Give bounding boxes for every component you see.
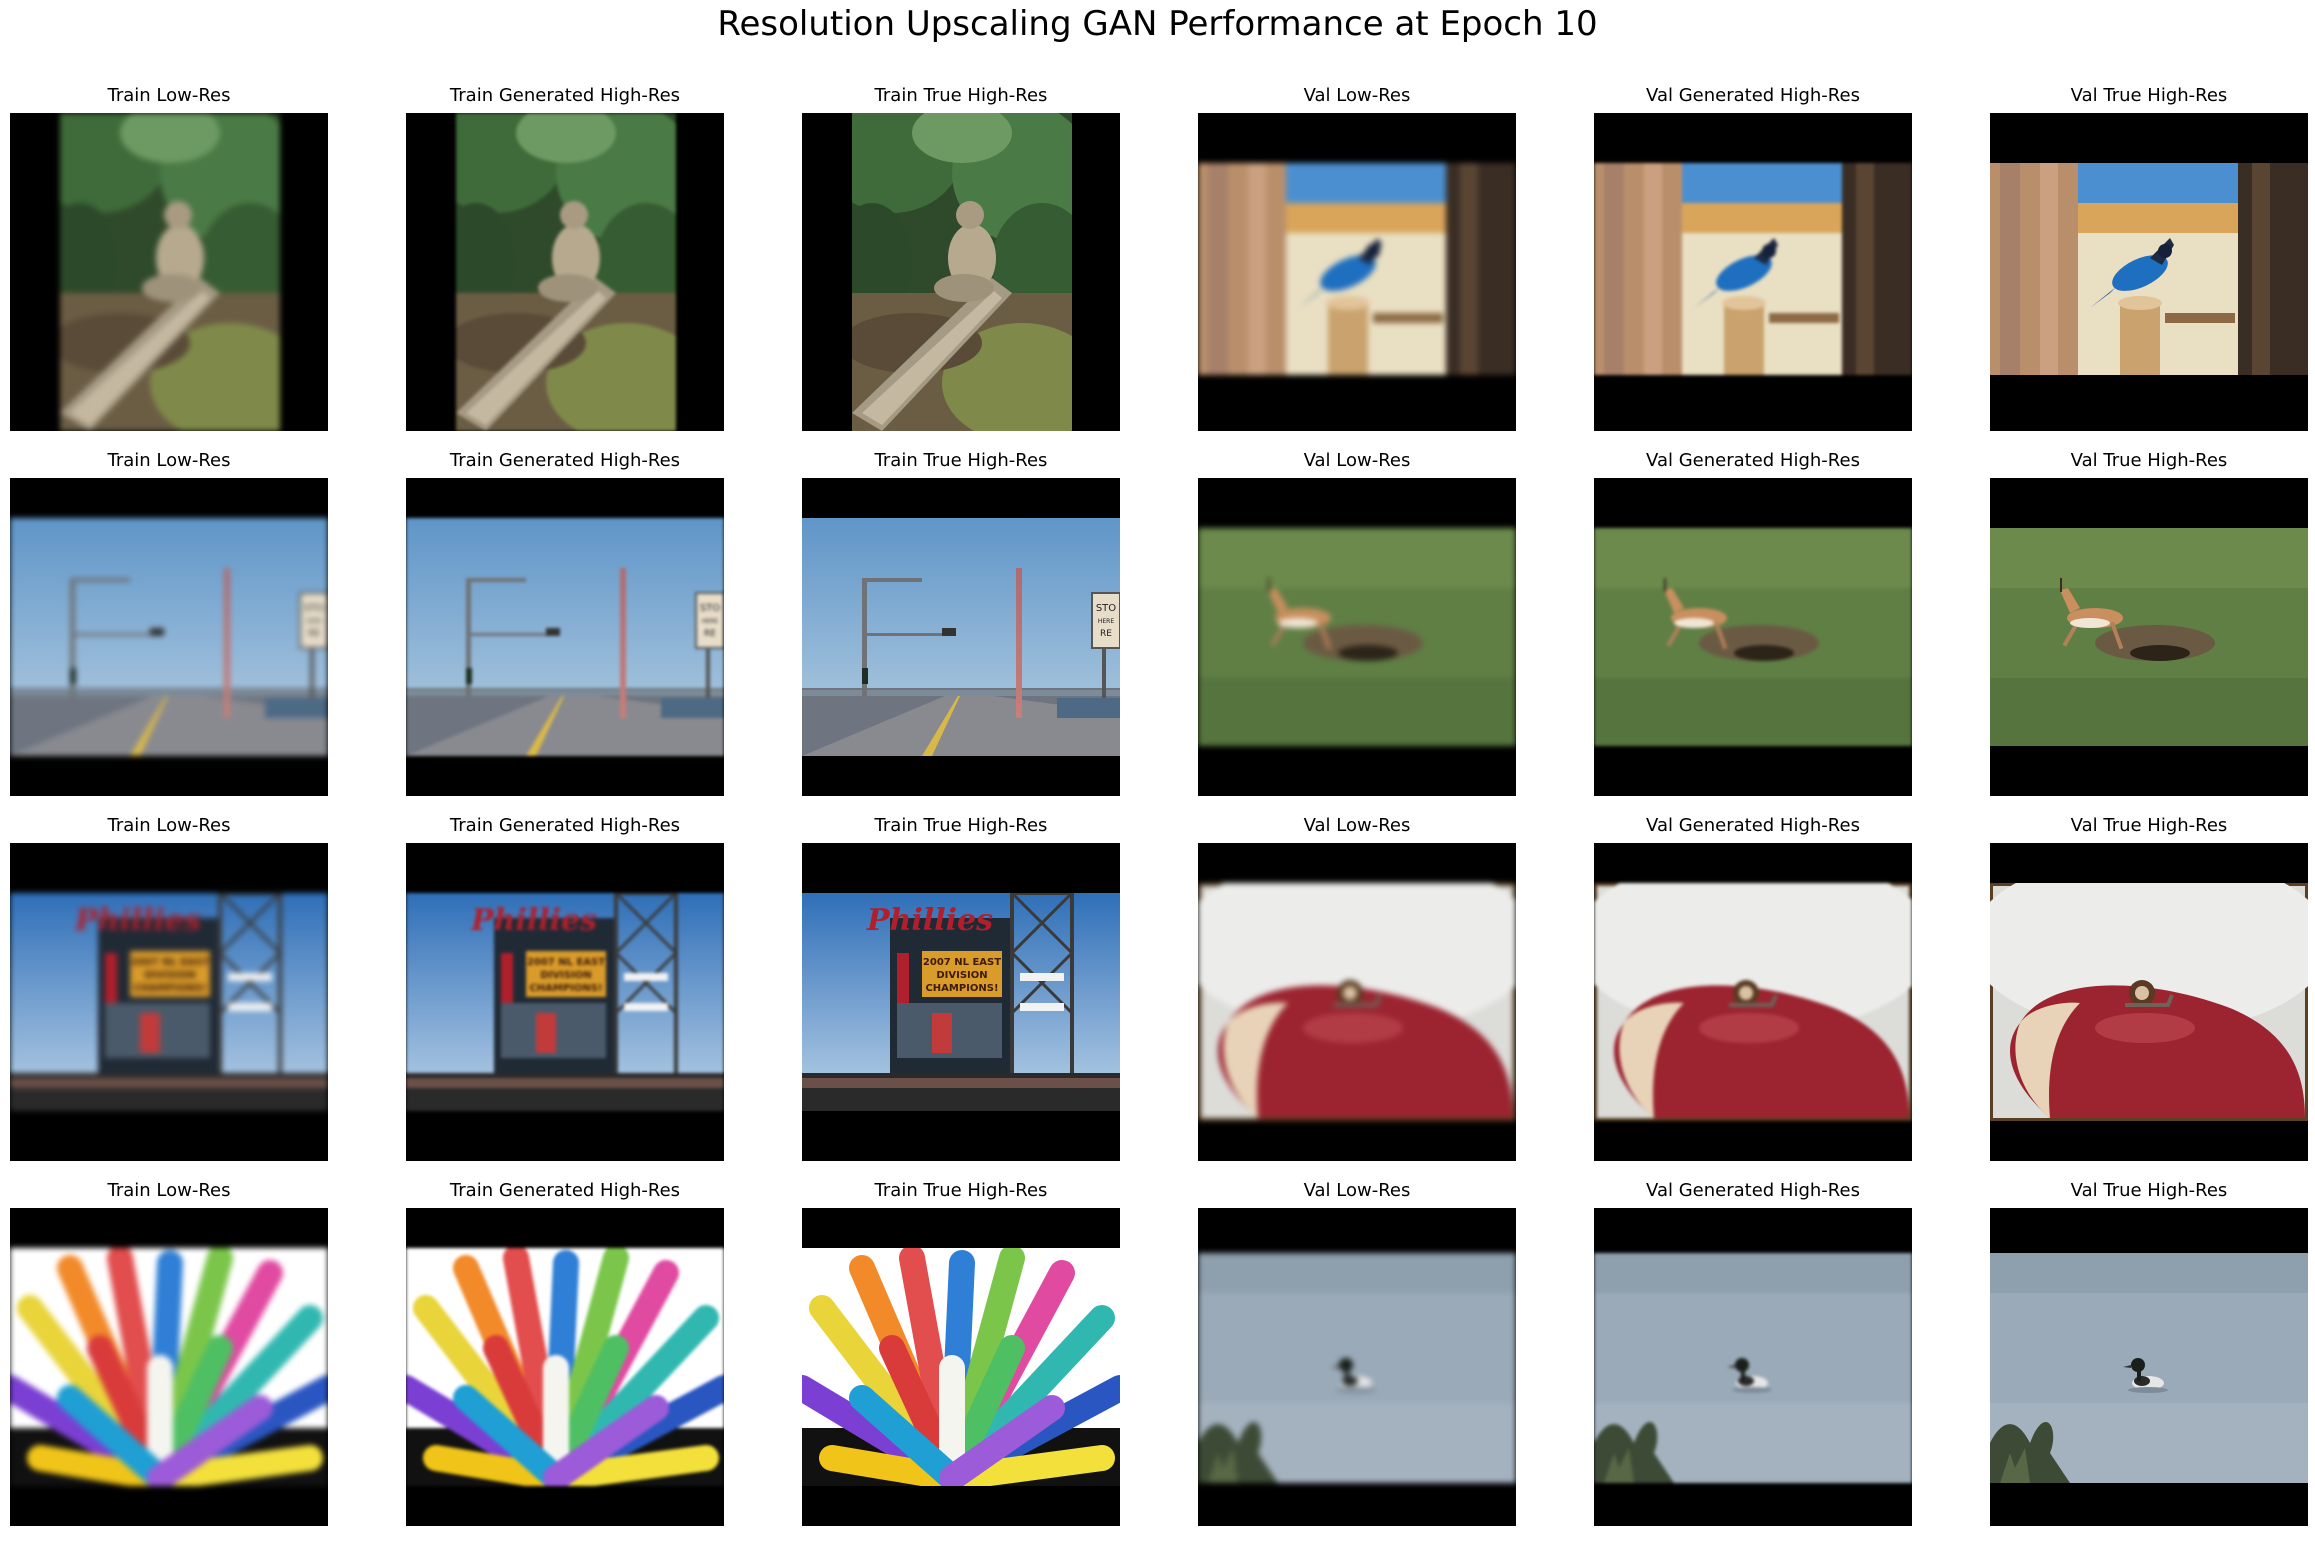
- image-frame: [1198, 478, 1516, 796]
- image-frame: Phillies 2007 NL EAST DIVISION CHAMPIONS…: [10, 843, 328, 1161]
- panel-title: Val True High-Res: [2070, 85, 2228, 106]
- image-frame: [1990, 478, 2308, 796]
- svg-text:DIVISION: DIVISION: [936, 970, 987, 981]
- image-frame: [1198, 1208, 1516, 1526]
- panel-title: Train Low-Res: [107, 1180, 231, 1201]
- panel-title: Val True High-Res: [2070, 815, 2228, 836]
- svg-text:DIVISION: DIVISION: [144, 970, 195, 981]
- panel-title: Train Generated High-Res: [449, 85, 681, 106]
- image-frame: Phillies 2007 NL EAST DIVISION CHAMPIONS…: [802, 843, 1120, 1161]
- panel-title: Val Low-Res: [1303, 1180, 1411, 1201]
- panel-title: Train Generated High-Res: [449, 1180, 681, 1201]
- panel-title: Val Low-Res: [1303, 450, 1411, 471]
- panel-title: Val True High-Res: [2070, 450, 2228, 471]
- svg-text:2007 NL EAST: 2007 NL EAST: [527, 957, 605, 968]
- image-frame: STO HERE RE: [10, 478, 328, 796]
- panel-title: Train Low-Res: [107, 815, 231, 836]
- image-frame: [406, 113, 724, 431]
- svg-text:HERE: HERE: [306, 618, 322, 625]
- svg-text:RE: RE: [308, 629, 320, 639]
- image-frame: [1594, 843, 1912, 1161]
- duck-image: [1990, 1253, 2308, 1483]
- image-frame: STO HERE RE: [406, 478, 724, 796]
- panel-title: Val Low-Res: [1303, 85, 1411, 106]
- svg-text:HERE: HERE: [702, 618, 718, 625]
- svg-text:Phillies: Phillies: [470, 903, 597, 938]
- snail-image: [1198, 883, 1516, 1121]
- duck-image: [1594, 1253, 1912, 1483]
- image-frame: [1990, 113, 2308, 431]
- figure-title: Resolution Upscaling GAN Performance at …: [717, 4, 1598, 44]
- svg-text:2007 NL EAST: 2007 NL EAST: [131, 957, 209, 968]
- image-frame: [406, 1208, 724, 1526]
- image-frame: [1990, 1208, 2308, 1526]
- panel-title: Val True High-Res: [2070, 1180, 2228, 1201]
- svg-text:2007 NL EAST: 2007 NL EAST: [923, 957, 1001, 968]
- svg-text:CHAMPIONS!: CHAMPIONS!: [133, 983, 206, 994]
- markers-image: [802, 1248, 1120, 1486]
- panel-title: Train Low-Res: [107, 450, 231, 471]
- monkey-on-log-image: [852, 113, 1072, 431]
- image-frame: STO HERE RE: [802, 478, 1120, 796]
- panel-title: Train True High-Res: [874, 450, 1048, 471]
- image-frame: [1594, 478, 1912, 796]
- bridge-road-image: STO HERE RE: [10, 518, 328, 756]
- panel-title: Val Generated High-Res: [1646, 815, 1860, 836]
- panel-title: Val Generated High-Res: [1646, 85, 1860, 106]
- image-frame: [802, 113, 1120, 431]
- scoreboard-image: Phillies 2007 NL EAST DIVISION CHAMPIONS…: [802, 893, 1120, 1111]
- snail-image: [1990, 883, 2308, 1121]
- svg-text:DIVISION: DIVISION: [540, 970, 591, 981]
- gazelle-image: [1990, 528, 2308, 746]
- panel-title: Val Generated High-Res: [1646, 1180, 1860, 1201]
- svg-text:RE: RE: [1100, 629, 1112, 639]
- image-frame: [10, 1208, 328, 1526]
- blue-jay-image: [1594, 163, 1912, 375]
- image-frame: [1198, 113, 1516, 431]
- image-frame: Phillies 2007 NL EAST DIVISION CHAMPIONS…: [406, 843, 724, 1161]
- image-frame: [1594, 1208, 1912, 1526]
- snail-image: [1594, 883, 1912, 1121]
- panel-title: Val Generated High-Res: [1646, 450, 1860, 471]
- panel-title: Train Generated High-Res: [449, 815, 681, 836]
- svg-text:HERE: HERE: [1098, 618, 1114, 625]
- bridge-road-image: STO HERE RE: [406, 518, 724, 756]
- image-frame: [1198, 843, 1516, 1161]
- gazelle-image: [1594, 528, 1912, 746]
- panel-title: Val Low-Res: [1303, 815, 1411, 836]
- duck-image: [1198, 1253, 1516, 1483]
- svg-text:Phillies: Phillies: [74, 903, 201, 938]
- bridge-road-image: STO HERE RE: [802, 518, 1120, 756]
- panel-title: Train True High-Res: [874, 1180, 1048, 1201]
- monkey-on-log-image: [456, 113, 676, 431]
- svg-text:STO: STO: [1096, 603, 1116, 614]
- svg-text:RE: RE: [704, 629, 716, 639]
- panel-title: Train True High-Res: [874, 85, 1048, 106]
- svg-text:Phillies: Phillies: [866, 903, 993, 938]
- monkey-on-log-image: [60, 113, 280, 431]
- blue-jay-image: [1990, 163, 2308, 375]
- svg-text:CHAMPIONS!: CHAMPIONS!: [529, 983, 602, 994]
- markers-image: [406, 1248, 724, 1486]
- gazelle-image: [1198, 528, 1516, 746]
- panel-title: Train Generated High-Res: [449, 450, 681, 471]
- svg-text:STO: STO: [700, 603, 720, 614]
- panel-title: Train True High-Res: [874, 815, 1048, 836]
- markers-image: [10, 1248, 328, 1486]
- scoreboard-image: Phillies 2007 NL EAST DIVISION CHAMPIONS…: [10, 893, 328, 1111]
- image-frame: [10, 113, 328, 431]
- svg-text:STO: STO: [304, 603, 324, 614]
- image-frame: [802, 1208, 1120, 1526]
- image-frame: [1594, 113, 1912, 431]
- scoreboard-image: Phillies 2007 NL EAST DIVISION CHAMPIONS…: [406, 893, 724, 1111]
- svg-text:CHAMPIONS!: CHAMPIONS!: [925, 983, 998, 994]
- blue-jay-image: [1198, 163, 1516, 375]
- panel-title: Train Low-Res: [107, 85, 231, 106]
- image-frame: [1990, 843, 2308, 1161]
